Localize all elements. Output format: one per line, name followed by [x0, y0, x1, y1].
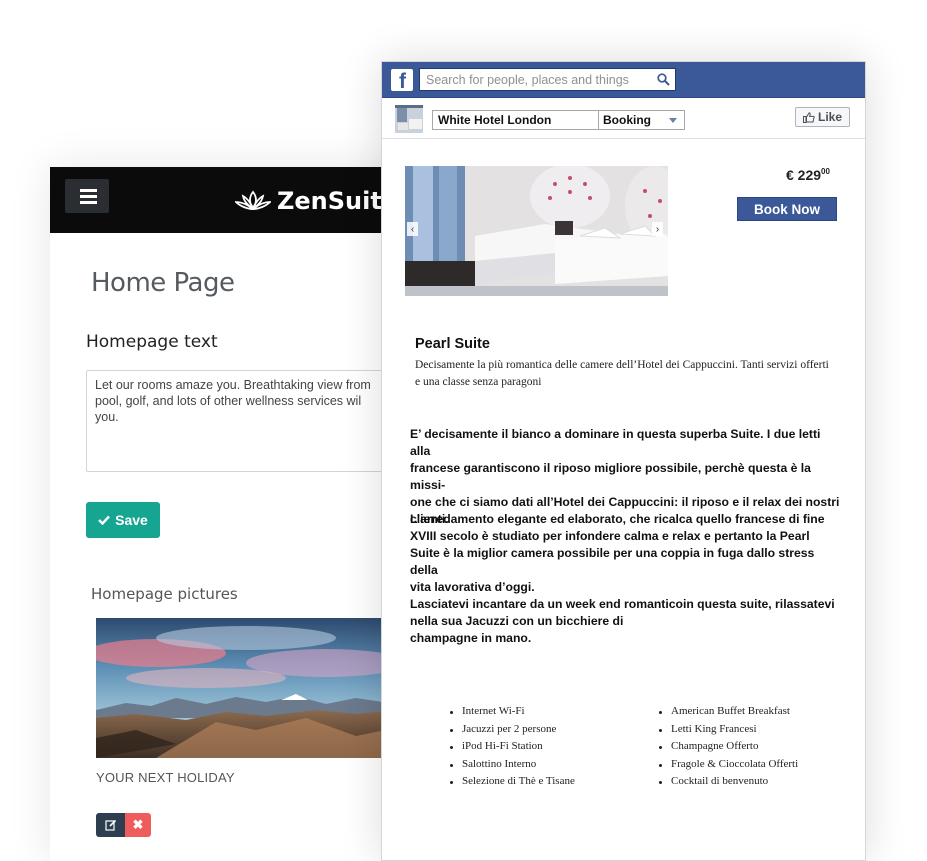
search-icon[interactable] — [657, 73, 670, 86]
list-item: Cocktail di benvenuto — [657, 773, 798, 791]
list-item: Letti King Francesi — [657, 721, 798, 739]
suite-name: Pearl Suite — [415, 336, 490, 352]
hamburger-icon-bar — [80, 201, 97, 204]
list-item: Fragole & Cioccolata Offerti — [657, 756, 798, 774]
carousel-prev-button[interactable]: ‹ — [407, 222, 418, 236]
mountain-landscape-image — [96, 618, 396, 758]
like-label: Like — [817, 110, 842, 124]
facebook-window: f Search for people, places and things W… — [381, 61, 866, 861]
list-item: Champagne Offerto — [657, 738, 798, 756]
list-item: Internet Wi-Fi — [448, 703, 575, 721]
hamburger-icon-bar — [80, 195, 97, 198]
thumbs-up-icon — [802, 111, 815, 123]
edit-icon — [104, 819, 116, 831]
close-icon: ✖ — [132, 817, 144, 832]
facebook-top-bar: f Search for people, places and things — [382, 62, 865, 98]
list-item: Jacuzzi per 2 persone — [448, 721, 575, 739]
description-paragraph-3: Lasciatevi incantare da un week end roma… — [410, 597, 835, 645]
hamburger-icon — [80, 189, 97, 192]
hamburger-menu-button[interactable] — [65, 179, 109, 213]
carousel-next-button[interactable]: › — [652, 222, 663, 236]
room-photo-carousel[interactable]: ‹ › — [405, 166, 668, 296]
list-item: Salottino Interno — [448, 756, 575, 774]
homepage-picture[interactable] — [96, 618, 396, 758]
page-tab-bar: White Hotel London Booking Like — [382, 99, 865, 139]
check-icon — [98, 515, 111, 525]
chevron-right-icon: › — [655, 223, 660, 235]
hotel-thumbnail[interactable] — [395, 105, 423, 133]
room-price: € 22900 — [786, 167, 830, 183]
homepage-pictures-heading: Homepage pictures — [91, 585, 238, 603]
pearl-suite-photo — [405, 166, 668, 296]
search-placeholder: Search for people, places and things — [426, 72, 629, 87]
search-input[interactable]: Search for people, places and things — [419, 68, 676, 91]
booking-tab-label: Booking — [603, 113, 651, 127]
book-now-button[interactable]: Book Now — [737, 197, 837, 221]
homepage-text-heading: Homepage text — [86, 332, 218, 352]
brand-logo[interactable]: ZenSuite — [235, 186, 398, 216]
page-title: Home Page — [91, 268, 235, 298]
save-button[interactable]: Save — [86, 502, 160, 538]
booking-tab[interactable]: Booking — [599, 111, 684, 129]
suite-description: Decisamente la più romantica delle camer… — [415, 359, 829, 388]
amenities-list-left: Internet Wi-Fi Jacuzzi per 2 persone iPo… — [448, 703, 575, 791]
edit-picture-button[interactable] — [96, 813, 125, 837]
list-item: American Buffet Breakfast — [657, 703, 798, 721]
chevron-left-icon: ‹ — [410, 223, 415, 235]
page-name: White Hotel London — [433, 111, 599, 129]
price-amount: € 229 — [786, 167, 822, 183]
save-label: Save — [115, 512, 148, 528]
picture-caption: YOUR NEXT HOLIDAY — [96, 770, 235, 785]
chevron-down-icon — [669, 118, 677, 123]
lotus-icon — [235, 190, 271, 210]
list-item: Selezione di Thè e Tisane — [448, 773, 575, 791]
delete-picture-button[interactable]: ✖ — [125, 813, 151, 837]
page-tab-selector[interactable]: White Hotel London Booking — [432, 110, 685, 130]
brand-name: ZenSuite — [277, 187, 399, 215]
like-button[interactable]: Like — [795, 107, 850, 127]
list-item: iPod Hi-Fi Station — [448, 738, 575, 756]
amenities-list-right: American Buffet Breakfast Letti King Fra… — [657, 703, 798, 791]
facebook-logo-icon[interactable]: f — [391, 69, 413, 91]
price-cents: 00 — [821, 167, 830, 176]
description-paragraph-2: L’arredamento elegante ed elaborato, che… — [410, 512, 825, 594]
homepage-text-textarea[interactable]: Let our rooms amaze you. Breathtaking vi… — [86, 370, 406, 472]
